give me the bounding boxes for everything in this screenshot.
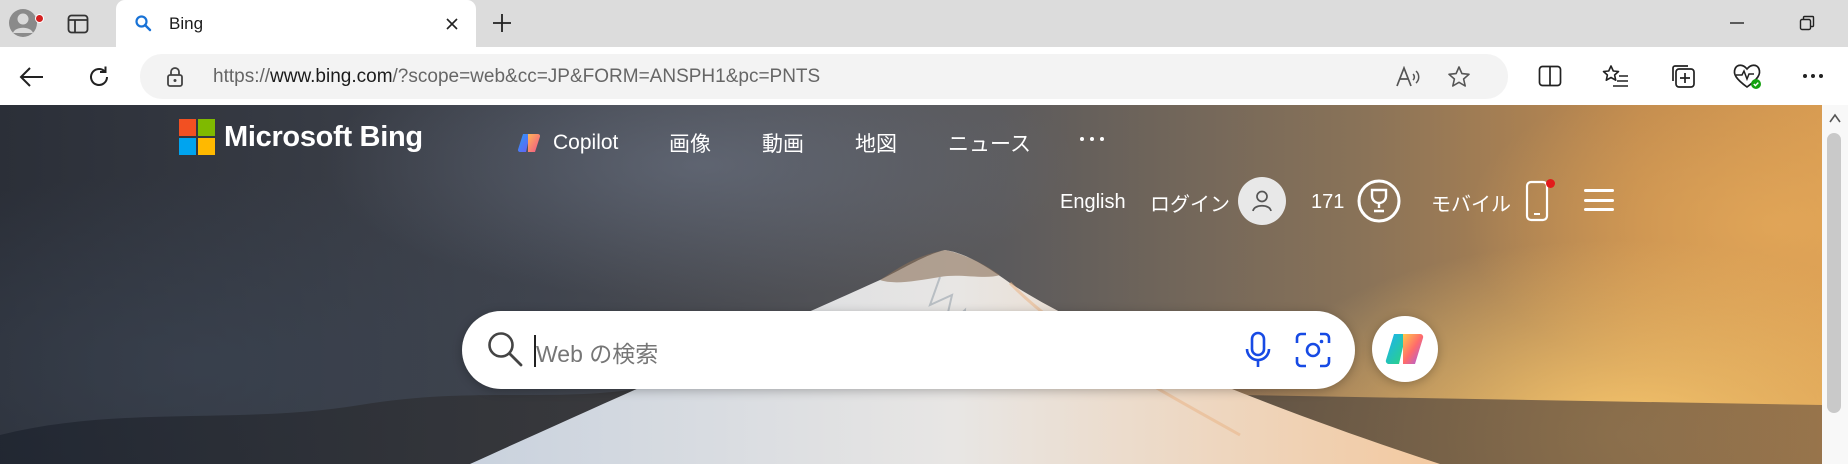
- nav-maps-label: 地図: [855, 133, 897, 156]
- new-tab-button[interactable]: [488, 9, 516, 37]
- tab-actions-button[interactable]: [64, 11, 92, 37]
- nav-more-button[interactable]: [1080, 137, 1104, 141]
- login-link[interactable]: ログイン: [1150, 187, 1230, 217]
- background-mountain-image: [0, 250, 1822, 464]
- nav-news-label: ニュース: [948, 133, 1031, 156]
- rewards-points-value: 171: [1311, 190, 1345, 213]
- notification-dot: [35, 14, 44, 23]
- favorites-list-icon: [1602, 65, 1628, 87]
- user-icon: [1252, 190, 1272, 212]
- browser-tab[interactable]: Bing: [116, 0, 476, 48]
- mobile-label: モバイル: [1431, 193, 1511, 216]
- tab-strip: Bing: [0, 0, 1848, 48]
- favorite-button[interactable]: [1445, 64, 1473, 90]
- nav-videos[interactable]: 動画: [762, 128, 804, 158]
- url-prefix: https://: [213, 66, 271, 87]
- trophy-medal-icon: [1357, 179, 1401, 223]
- back-button[interactable]: [15, 60, 49, 94]
- rewards-button[interactable]: [1355, 177, 1403, 225]
- read-aloud-button[interactable]: [1394, 64, 1422, 90]
- minimize-button[interactable]: [1723, 10, 1751, 36]
- mobile-link[interactable]: モバイル: [1431, 187, 1511, 217]
- profile-button[interactable]: [6, 6, 44, 40]
- search-input[interactable]: Web の検索: [536, 335, 658, 369]
- login-label: ログイン: [1150, 193, 1230, 216]
- scroll-up-arrow-icon[interactable]: [1829, 113, 1841, 123]
- split-screen-button[interactable]: [1534, 60, 1566, 92]
- restore-button[interactable]: [1793, 10, 1821, 36]
- copilot-logo-icon: [1385, 333, 1424, 365]
- language-link[interactable]: English: [1060, 187, 1126, 217]
- collections-icon: [1672, 65, 1695, 88]
- microsoft-logo-icon: [179, 119, 215, 155]
- rewards-points[interactable]: 171: [1311, 187, 1344, 217]
- restore-icon: [1799, 15, 1815, 31]
- more-horizontal-icon: [1803, 74, 1823, 78]
- settings-more-button[interactable]: [1797, 60, 1829, 92]
- nav-copilot[interactable]: Copilot: [517, 128, 618, 158]
- url-host: www.bing.com: [270, 66, 393, 87]
- nav-copilot-label: Copilot: [553, 131, 619, 154]
- refresh-button[interactable]: [82, 60, 116, 94]
- browser-essentials-button[interactable]: [1731, 60, 1763, 92]
- plus-icon: [493, 14, 511, 32]
- heart-pulse-icon: [1733, 64, 1761, 89]
- copilot-icon: [517, 133, 541, 153]
- bing-logo[interactable]: Microsoft Bing: [179, 119, 423, 155]
- bing-homepage: Microsoft Bing Copilot 画像 動画 地図 ニュース Eng…: [0, 105, 1822, 464]
- hamburger-menu-button[interactable]: [1584, 189, 1614, 211]
- copilot-chat-button[interactable]: [1372, 316, 1438, 382]
- nav-news[interactable]: ニュース: [948, 128, 1031, 158]
- scrollbar-thumb[interactable]: [1827, 133, 1841, 413]
- search-box[interactable]: Web の検索: [462, 311, 1355, 389]
- lock-icon: [167, 67, 183, 87]
- minimize-icon: [1730, 22, 1744, 24]
- profile-icon: [9, 9, 37, 37]
- vertical-scrollbar[interactable]: [1822, 105, 1848, 464]
- browser-toolbar: https://www.bing.com/?scope=web&cc=JP&FO…: [0, 47, 1848, 105]
- hamburger-icon: [1584, 189, 1614, 192]
- close-tab-button[interactable]: [440, 12, 464, 36]
- url-path: /?scope=web&cc=JP&FORM=ANSPH1&pc=PNTS: [392, 66, 821, 87]
- search-icon: [488, 332, 523, 367]
- visual-search-button[interactable]: [1294, 331, 1332, 369]
- bing-search-favicon-icon: [135, 15, 152, 32]
- mobile-button[interactable]: [1524, 179, 1555, 223]
- star-icon: [1448, 66, 1470, 87]
- url-text[interactable]: https://www.bing.com/?scope=web&cc=JP&FO…: [213, 66, 820, 88]
- user-avatar-button[interactable]: [1238, 177, 1286, 225]
- voice-search-button[interactable]: [1242, 331, 1274, 369]
- nav-maps[interactable]: 地図: [855, 128, 897, 158]
- favorites-button[interactable]: [1600, 60, 1632, 92]
- language-label: English: [1060, 190, 1126, 213]
- address-bar[interactable]: https://www.bing.com/?scope=web&cc=JP&FO…: [140, 54, 1508, 99]
- mobile-notification-dot: [1546, 179, 1555, 188]
- microphone-icon: [1245, 331, 1271, 367]
- tab-actions-icon: [67, 14, 89, 34]
- tab-title: Bing: [169, 14, 204, 33]
- split-screen-icon: [1538, 65, 1562, 87]
- nav-videos-label: 動画: [762, 133, 804, 156]
- close-icon: [446, 18, 458, 30]
- nav-images[interactable]: 画像: [669, 128, 711, 158]
- visual-search-camera-icon: [1295, 332, 1331, 368]
- logo-text: Microsoft Bing: [224, 120, 423, 153]
- nav-images-label: 画像: [669, 133, 711, 156]
- mobile-phone-icon: [1525, 180, 1549, 222]
- back-arrow-icon: [19, 67, 43, 87]
- refresh-icon: [90, 66, 108, 86]
- collections-button[interactable]: [1667, 60, 1699, 92]
- read-aloud-icon: [1396, 66, 1420, 87]
